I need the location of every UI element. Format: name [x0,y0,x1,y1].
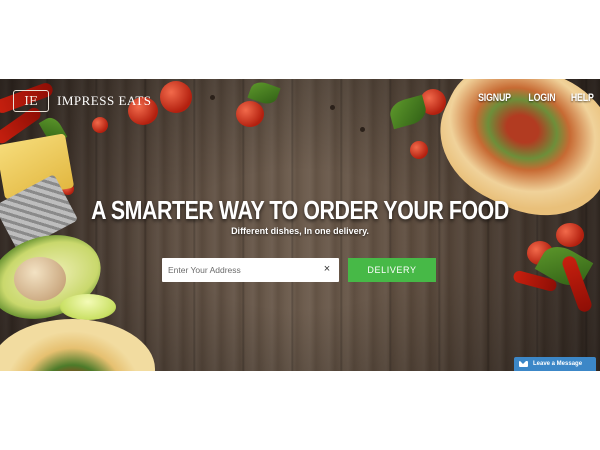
nav-signup-link[interactable]: SIGNUP [478,92,511,104]
address-search-box: × [162,258,339,282]
top-nav: SIGNUP LOGIN HELP [474,92,597,104]
brand-logo[interactable]: IE IMPRESS EATS [13,90,152,112]
hero-banner [0,79,600,371]
tomato-icon [160,81,192,113]
tomato-icon [236,101,264,127]
nav-help-link[interactable]: HELP [571,92,594,104]
avocado-pit-icon [14,257,66,301]
peppercorn-icon [210,95,215,100]
logo-emblem-icon: IE [13,90,49,112]
brand-name: IMPRESS EATS [57,93,152,108]
tomato-icon [410,141,428,159]
leave-message-widget[interactable]: Leave a Message [514,357,596,371]
peppercorn-icon [330,105,335,110]
nav-login-link[interactable]: LOGIN [528,92,555,104]
address-input[interactable] [162,259,318,281]
chat-widget-label: Leave a Message [533,361,583,367]
hero-headline: A SMARTER WAY TO ORDER YOUR FOOD [91,195,509,225]
herb-leaf-icon [387,94,429,130]
lime-icon [60,294,116,320]
taco-icon [0,319,155,371]
peppercorn-icon [360,127,365,132]
delivery-button[interactable]: DELIVERY [348,258,436,282]
envelope-icon [519,361,528,367]
tomato-icon [92,117,108,133]
hero-subheadline: Different dishes, In one delivery. [231,226,369,236]
clear-input-icon[interactable]: × [321,262,333,276]
